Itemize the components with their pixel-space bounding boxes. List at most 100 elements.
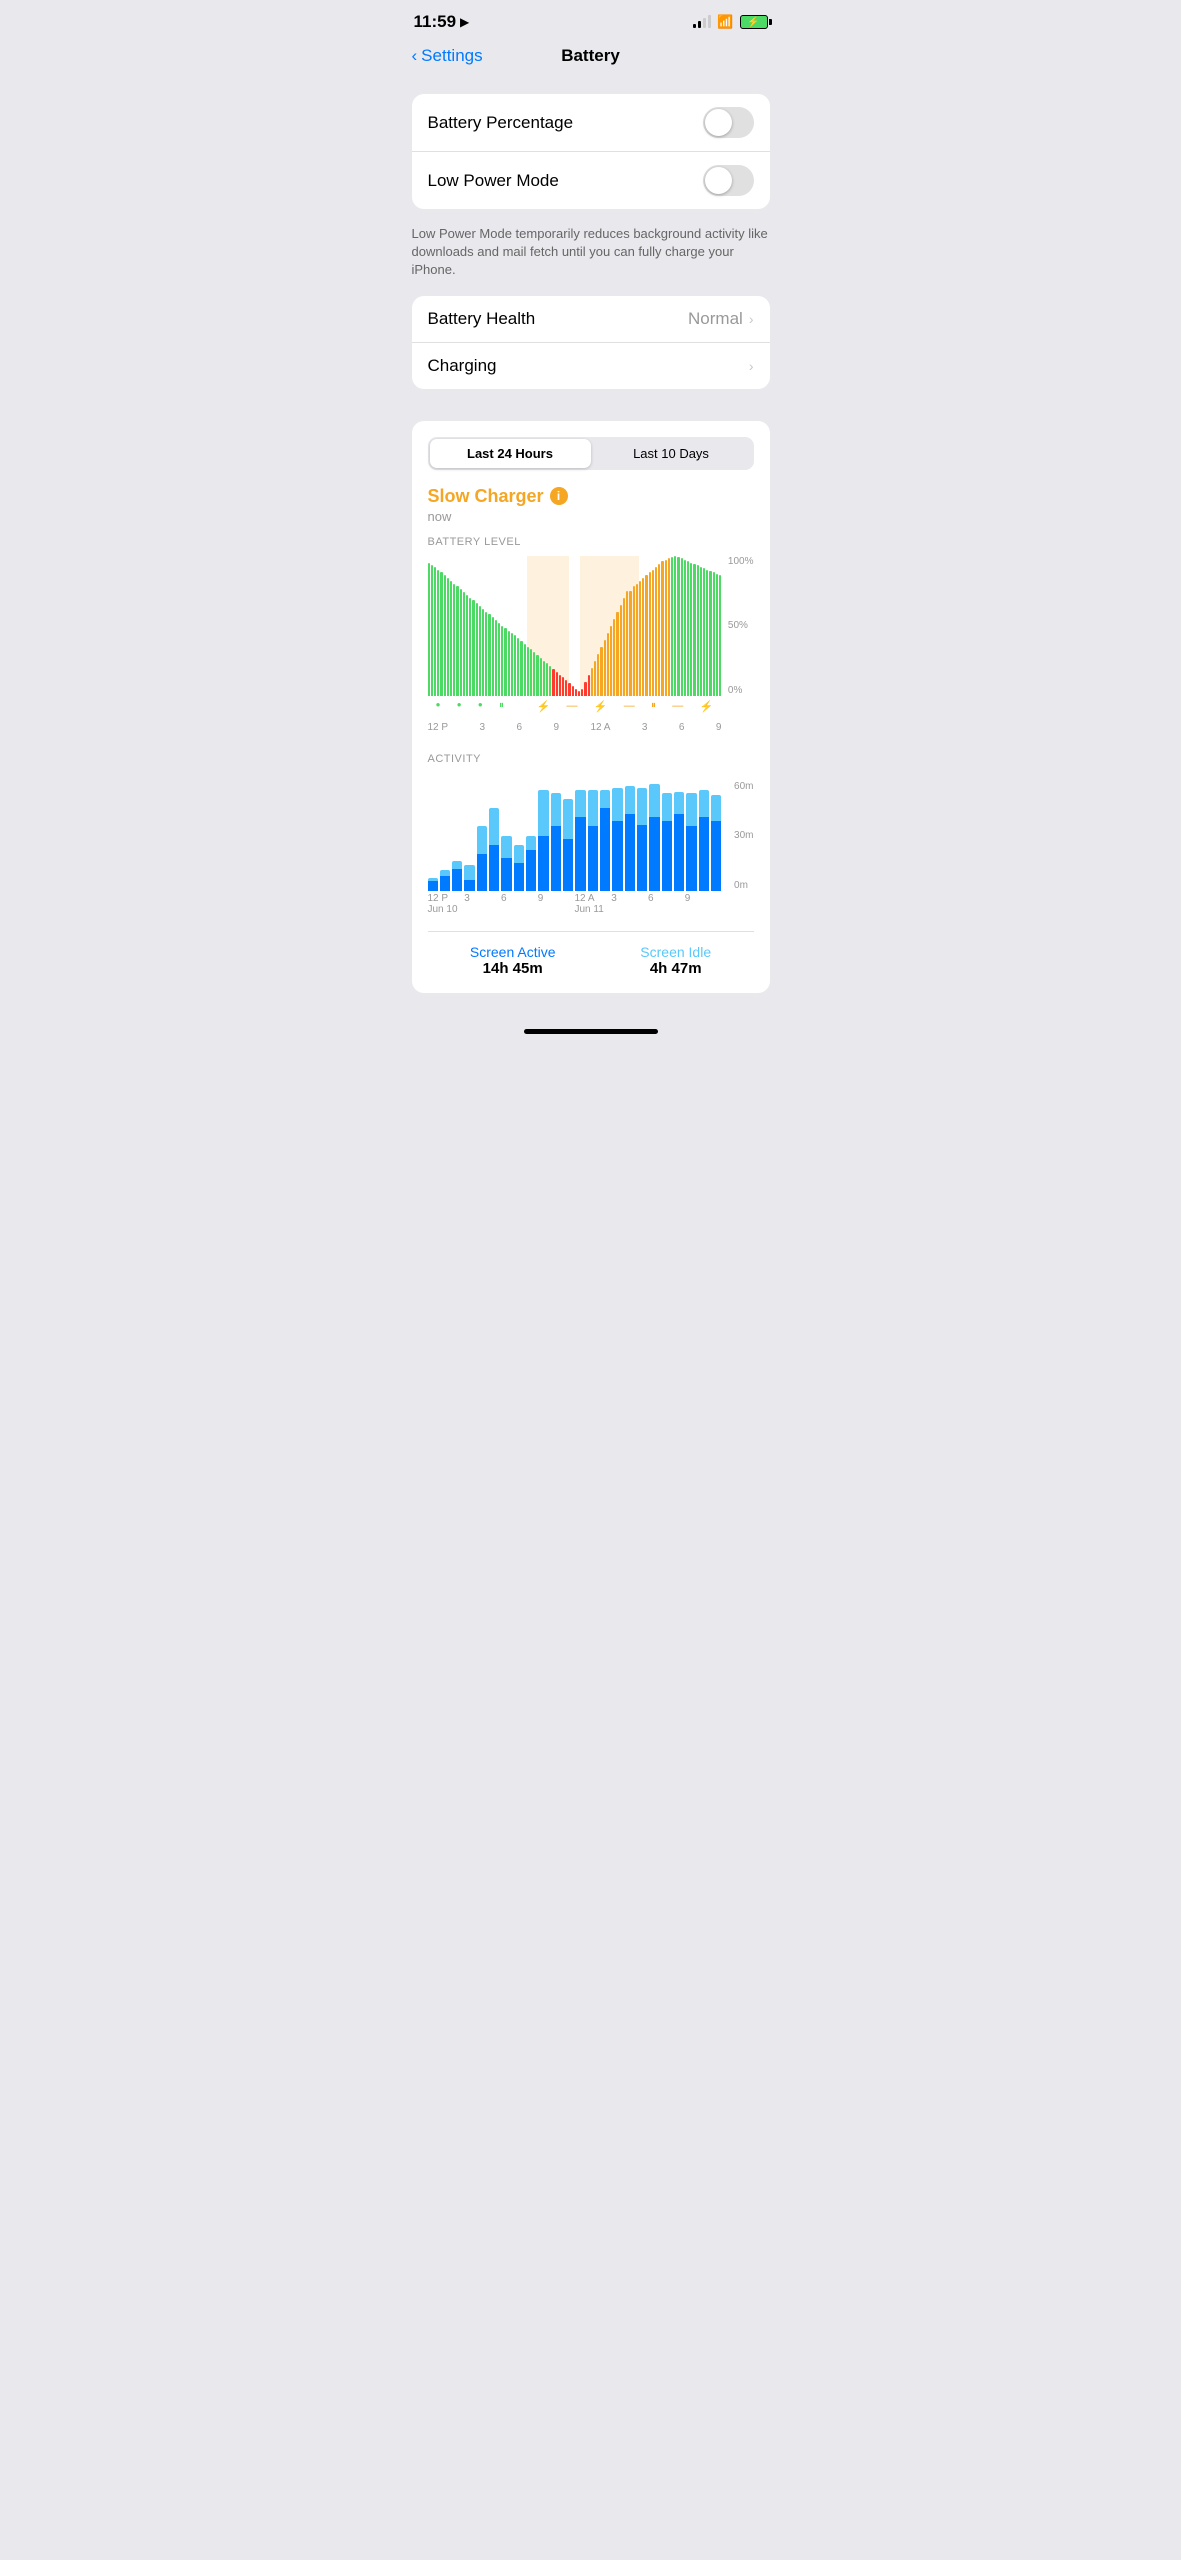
battery-bar [697, 565, 699, 695]
battery-bar [476, 603, 478, 695]
activity-bar-group [600, 781, 610, 891]
battery-bar [485, 612, 487, 696]
battery-bar [562, 677, 564, 695]
battery-bar [709, 571, 711, 696]
battery-bar [514, 635, 516, 695]
battery-bar [671, 557, 673, 696]
screen-active-label: Screen Active [470, 944, 556, 960]
x-label-3: 3 [480, 722, 486, 733]
chart-section: Last 24 Hours Last 10 Days Slow Charger … [412, 421, 770, 993]
battery-bar [444, 575, 446, 695]
battery-bar [633, 586, 635, 695]
activity-bar-active [464, 880, 474, 891]
battery-bar [588, 675, 590, 696]
battery-bar [681, 558, 683, 695]
activity-bar-group [501, 781, 511, 891]
toggle-knob [705, 109, 732, 136]
x-label-9b: 9 [716, 722, 722, 733]
now-label: now [428, 509, 754, 524]
battery-bar [665, 560, 667, 696]
battery-icon: ⚡ [740, 15, 768, 29]
battery-bar [437, 570, 439, 696]
battery-bar [626, 591, 628, 696]
act-y-30: 30m [734, 830, 753, 841]
location-icon: ▶ [460, 15, 469, 29]
info-badge[interactable]: i [550, 487, 568, 505]
battery-x-labels: 12 P 3 6 9 12 A 3 6 9 [428, 722, 722, 733]
battery-bar [687, 561, 689, 695]
battery-bar [690, 563, 692, 696]
battery-bar [645, 575, 647, 695]
signal-bars [693, 16, 711, 28]
battery-bar [488, 614, 490, 695]
x-label-3b: 3 [642, 722, 648, 733]
charge-lightning-5: — [672, 700, 683, 714]
activity-chart: 60m 30m 0m [428, 781, 754, 891]
low-power-mode-description: Low Power Mode temporarily reduces backg… [396, 217, 786, 296]
activity-bar-active [637, 825, 647, 891]
x-date-9: 9 [538, 893, 575, 904]
signal-bar-4 [708, 15, 711, 28]
battery-percentage-row[interactable]: Battery Percentage [412, 94, 770, 152]
battery-bar [447, 578, 449, 696]
activity-bar-active [452, 869, 462, 891]
battery-bar [549, 666, 551, 695]
battery-bar [565, 680, 567, 695]
battery-bar [674, 556, 676, 696]
battery-bar [572, 686, 574, 696]
activity-bar-group [637, 781, 647, 891]
activity-bar-group [526, 781, 536, 891]
screen-idle-legend[interactable]: Screen Idle 4h 47m [640, 944, 711, 977]
activity-bar-group [649, 781, 659, 891]
activity-bar-group [440, 781, 450, 891]
low-power-mode-toggle[interactable] [703, 165, 754, 196]
wifi-icon: 📶 [717, 14, 733, 30]
battery-bar [472, 600, 474, 695]
battery-bar [604, 640, 606, 696]
battery-bar [684, 560, 686, 696]
battery-percentage-toggle[interactable] [703, 107, 754, 138]
battery-bar [479, 606, 481, 696]
battery-chart: 100% 50% 0% [428, 556, 754, 696]
charging-row[interactable]: Charging › [412, 343, 770, 389]
low-power-mode-row[interactable]: Low Power Mode [412, 152, 770, 209]
battery-bar [495, 620, 497, 696]
battery-bar [568, 683, 570, 696]
activity-bar-active [686, 826, 696, 890]
battery-toggles-card: Battery Percentage Low Power Mode [412, 94, 770, 209]
battery-bar [594, 661, 596, 696]
date-jun11: Jun 11 [575, 904, 722, 915]
battery-bar [527, 647, 529, 696]
battery-bar [616, 612, 618, 696]
battery-health-row[interactable]: Battery Health Normal › [412, 296, 770, 343]
activity-bar-active [514, 863, 524, 890]
back-button[interactable]: ‹ Settings [412, 46, 483, 66]
battery-bar [584, 682, 586, 696]
activity-bar-group [428, 781, 438, 891]
activity-bar-group [674, 781, 684, 891]
y-label-50: 50% [728, 620, 754, 631]
battery-bar [456, 586, 458, 695]
tab-10d[interactable]: Last 10 Days [591, 439, 752, 468]
y-label-100: 100% [728, 556, 754, 567]
activity-bar-active [428, 881, 438, 890]
activity-bar-group [551, 781, 561, 891]
x-label-6b: 6 [679, 722, 685, 733]
activity-bar-active [625, 814, 635, 891]
status-icons: 📶 ⚡ [693, 14, 767, 30]
tab-24h[interactable]: Last 24 Hours [430, 439, 591, 468]
battery-bar [607, 633, 609, 696]
screen-active-legend[interactable]: Screen Active 14h 45m [470, 944, 556, 977]
battery-bar [511, 633, 513, 696]
battery-bar [620, 605, 622, 696]
battery-bar [536, 655, 538, 696]
signal-bar-1 [693, 24, 696, 28]
battery-percentage-label: Battery Percentage [428, 113, 574, 133]
battery-bar [706, 570, 708, 696]
battery-bar [508, 631, 510, 695]
charge-lightning-2: — [566, 700, 577, 714]
status-bar: 11:59 ▶ 📶 ⚡ [396, 0, 786, 38]
charging-value-group: › [749, 358, 754, 374]
activity-bar-group [464, 781, 474, 891]
battery-bar [597, 654, 599, 696]
